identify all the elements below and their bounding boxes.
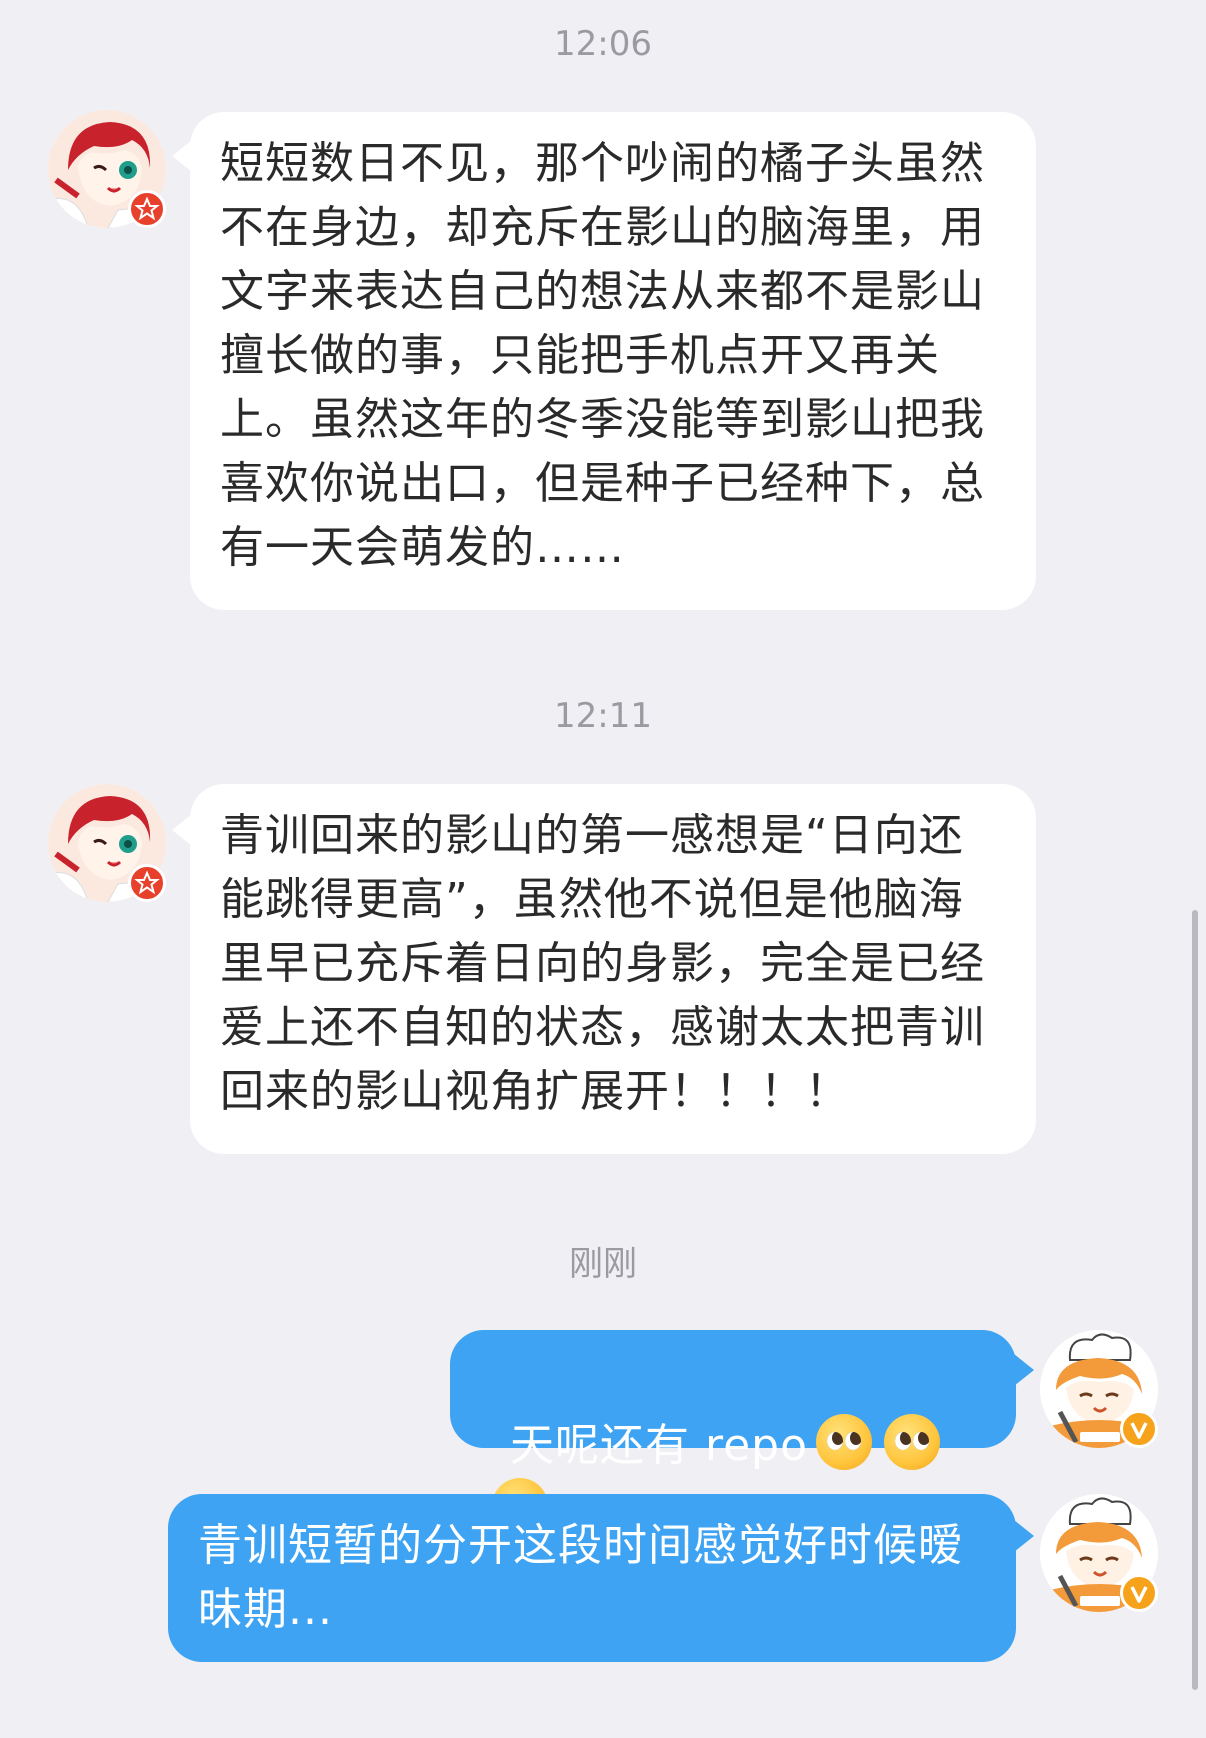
message-bubble-outgoing[interactable]: 青训短暂的分开这段时间感觉好时候暧昧期... <box>168 1494 1016 1662</box>
scrollbar[interactable] <box>1192 910 1198 1690</box>
bubble-tail <box>1014 1354 1034 1386</box>
bubble-tail <box>172 814 192 846</box>
pleading-face-emoji-icon <box>884 1414 941 1470</box>
timestamp: 刚刚 <box>569 1244 637 1284</box>
message-bubble-incoming[interactable]: 短短数日不见，那个吵闹的橘子头虽然不在身边，却充斥在影山的脑海里，用文字来表达自… <box>190 112 1036 610</box>
verified-v-badge-icon <box>1120 1410 1158 1448</box>
bubble-tail <box>172 140 192 172</box>
star-badge-icon <box>128 190 166 228</box>
verified-v-badge-icon <box>1120 1574 1158 1612</box>
timestamp: 12:11 <box>554 696 652 736</box>
message-bubble-outgoing[interactable]: 天呢还有 repo <box>450 1330 1016 1534</box>
message-bubble-incoming[interactable]: 青训回来的影山的第一感想是“日向还能跳得更高”，虽然他不说但是他脑海里早已充斥着… <box>190 784 1036 1154</box>
pleading-face-emoji-icon <box>816 1414 873 1470</box>
timestamp: 12:06 <box>554 24 652 64</box>
message-text: 天呢还有 repo <box>509 1420 809 1471</box>
star-badge-icon <box>128 864 166 902</box>
bubble-tail <box>1014 1520 1034 1552</box>
